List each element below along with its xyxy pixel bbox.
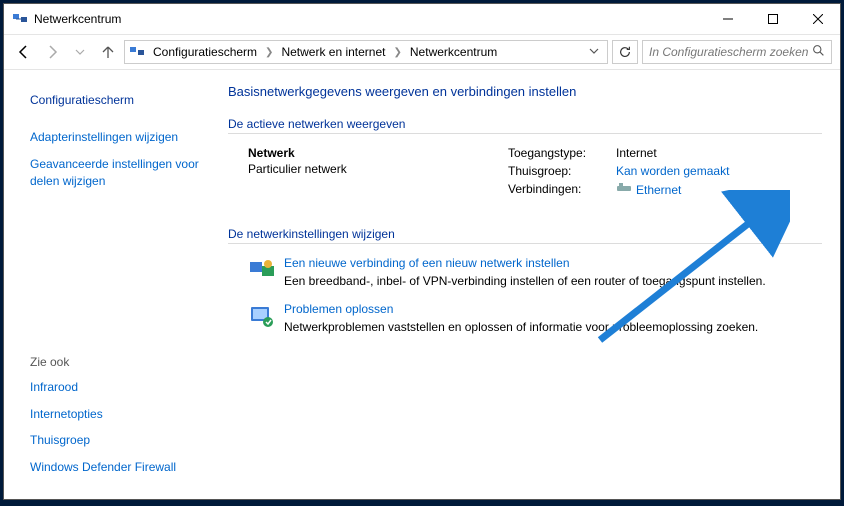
sidebar-section-see-also: Zie ook	[18, 350, 206, 374]
sidebar-link-firewall[interactable]: Windows Defender Firewall	[18, 454, 206, 481]
sidebar-link-homegroup[interactable]: Thuisgroep	[18, 427, 206, 454]
network-name: Netwerk	[248, 146, 508, 160]
connection-link-ethernet[interactable]: Ethernet	[636, 183, 681, 197]
search-input[interactable]	[649, 45, 808, 59]
search-box[interactable]	[642, 40, 832, 64]
access-type-value: Internet	[616, 146, 729, 160]
sidebar-link-adapter-settings[interactable]: Adapterinstellingen wijzigen	[18, 124, 206, 151]
task-new-connection-desc: Een breedband-, inbel- of VPN-verbinding…	[284, 274, 766, 288]
body: Configuratiescherm Adapterinstellingen w…	[4, 70, 840, 499]
close-button[interactable]	[795, 5, 840, 33]
sidebar-head-control-panel[interactable]: Configuratiescherm	[18, 88, 206, 112]
network-center-icon	[129, 44, 145, 60]
breadcrumb-item[interactable]: Configuratiescherm	[149, 45, 261, 59]
minimize-button[interactable]	[705, 5, 750, 33]
section-active-networks: De actieve netwerken weergeven	[228, 117, 822, 131]
task-troubleshoot-desc: Netwerkproblemen vaststellen en oplossen…	[284, 320, 758, 334]
section-change-settings: De netwerkinstellingen wijzigen	[228, 227, 822, 241]
sidebar-link-infrared[interactable]: Infrarood	[18, 374, 206, 401]
homegroup-label: Thuisgroep:	[508, 164, 608, 178]
divider	[228, 243, 822, 244]
sidebar: Configuratiescherm Adapterinstellingen w…	[4, 70, 220, 499]
breadcrumb-item[interactable]: Netwerk en internet	[277, 45, 389, 59]
chevron-right-icon[interactable]: ❯	[392, 47, 404, 58]
sidebar-link-internet-options[interactable]: Internetopties	[18, 401, 206, 428]
access-type-label: Toegangstype:	[508, 146, 608, 160]
task-troubleshoot: Problemen oplossen Netwerkproblemen vast…	[248, 302, 822, 334]
task-new-connection-link[interactable]: Een nieuwe verbinding of een nieuw netwe…	[284, 256, 766, 270]
ethernet-icon	[616, 182, 632, 197]
forward-button[interactable]	[40, 40, 64, 64]
up-button[interactable]	[96, 40, 120, 64]
maximize-button[interactable]	[750, 5, 795, 33]
window-title: Netwerkcentrum	[34, 12, 705, 26]
breadcrumb-item[interactable]: Netwerkcentrum	[406, 45, 501, 59]
divider	[228, 133, 822, 134]
task-troubleshoot-link[interactable]: Problemen oplossen	[284, 302, 758, 316]
back-button[interactable]	[12, 40, 36, 64]
troubleshoot-icon	[248, 302, 276, 330]
toolbar: Configuratiescherm ❯ Netwerk en internet…	[4, 34, 840, 70]
sidebar-link-advanced-sharing[interactable]: Geavanceerde instellingen voor delen wij…	[18, 151, 206, 195]
network-type: Particulier netwerk	[248, 162, 508, 176]
new-connection-icon	[248, 256, 276, 284]
refresh-button[interactable]	[612, 40, 638, 64]
address-bar[interactable]: Configuratiescherm ❯ Netwerk en internet…	[124, 40, 608, 64]
main-content: Basisnetwerkgegevens weergeven en verbin…	[220, 70, 840, 499]
active-network-row: Netwerk Particulier netwerk Toegangstype…	[248, 146, 822, 197]
network-center-icon	[12, 11, 28, 27]
recent-locations-button[interactable]	[68, 40, 92, 64]
connections-label: Verbindingen:	[508, 182, 608, 197]
search-icon[interactable]	[812, 44, 825, 60]
page-title: Basisnetwerkgegevens weergeven en verbin…	[228, 84, 822, 99]
homegroup-link[interactable]: Kan worden gemaakt	[616, 164, 729, 178]
address-dropdown-icon[interactable]	[585, 45, 603, 59]
titlebar: Netwerkcentrum	[4, 4, 840, 34]
task-new-connection: Een nieuwe verbinding of een nieuw netwe…	[248, 256, 822, 288]
chevron-right-icon[interactable]: ❯	[263, 47, 275, 58]
window: Netwerkcentrum Configuratiescherm ❯ Netw…	[3, 3, 841, 500]
